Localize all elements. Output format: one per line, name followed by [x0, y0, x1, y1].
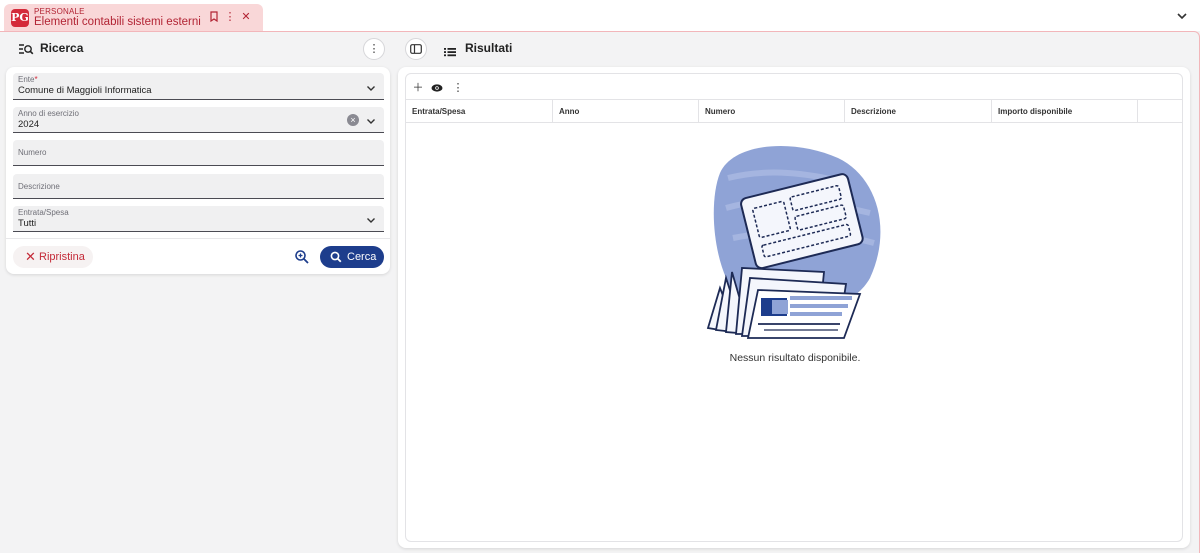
app-logo: PG	[11, 9, 29, 27]
left-more-button[interactable]: ⋮	[363, 38, 385, 60]
search-list-icon	[18, 42, 34, 56]
reset-button[interactable]: ✕ Ripristina	[13, 246, 93, 268]
entrata-spesa-label: Entrata/Spesa	[18, 208, 69, 217]
tab-title: Elementi contabili sistemi esterni	[34, 16, 201, 28]
descrizione-label: Descrizione	[18, 182, 60, 191]
results-panel: ＋ ⋮ Entrata/Spesa Anno Numero Descrizion…	[398, 67, 1190, 548]
ente-label: Ente*	[18, 75, 38, 84]
ente-field[interactable]: Ente* Comune di Maggioli Informatica	[13, 73, 384, 100]
bookmark-icon[interactable]	[208, 11, 220, 23]
column-header[interactable]: Numero	[699, 100, 845, 122]
grid-header: Entrata/Spesa Anno Numero Descrizione Im…	[406, 99, 1182, 123]
column-header[interactable]: Entrata/Spesa	[406, 100, 553, 122]
search-form: Ente* Comune di Maggioli Informatica Ann…	[6, 67, 390, 274]
left-panel-title: Ricerca	[40, 41, 84, 55]
anno-label: Anno di esercizio	[18, 109, 79, 118]
anno-field[interactable]: Anno di esercizio 2024 ×	[13, 107, 384, 133]
reset-label: Ripristina	[39, 251, 85, 263]
chevron-down-icon[interactable]	[365, 81, 377, 93]
search-icon	[330, 251, 342, 263]
clear-icon[interactable]: ×	[347, 114, 359, 126]
divider	[6, 238, 390, 239]
numero-field[interactable]: Numero	[13, 140, 384, 166]
ente-value: Comune di Maggioli Informatica	[18, 85, 152, 96]
anno-value: 2024	[18, 119, 40, 130]
empty-message: Nessun risultato disponibile.	[729, 352, 861, 364]
close-icon: ✕	[25, 249, 36, 264]
chevron-down-icon[interactable]	[365, 114, 377, 126]
sidebar-toggle-icon	[410, 44, 422, 54]
results-grid: ＋ ⋮ Entrata/Spesa Anno Numero Descrizion…	[405, 73, 1183, 542]
eye-icon[interactable]	[430, 81, 444, 95]
sidebar-toggle-button[interactable]	[405, 38, 427, 60]
close-icon[interactable]: ✕	[240, 11, 252, 23]
right-panel-title: Risultati	[465, 41, 513, 55]
descrizione-field[interactable]: Descrizione	[13, 174, 384, 199]
plus-icon[interactable]: ＋	[411, 81, 425, 95]
more-vert-icon[interactable]: ⋮	[451, 81, 465, 95]
search-button[interactable]: Cerca	[320, 246, 384, 268]
entrata-spesa-field[interactable]: Entrata/Spesa Tutti	[13, 206, 384, 232]
active-tab[interactable]: PG PERSONALE Elementi contabili sistemi …	[4, 4, 263, 31]
numero-label: Numero	[18, 148, 47, 157]
column-header[interactable]: Anno	[553, 100, 699, 122]
list-icon	[444, 44, 456, 57]
chevron-down-icon[interactable]	[1174, 8, 1190, 24]
zoom-in-icon[interactable]	[294, 249, 310, 265]
column-header[interactable]: Descrizione	[845, 100, 992, 122]
top-tab-bar: PG PERSONALE Elementi contabili sistemi …	[0, 0, 1200, 31]
more-vert-icon[interactable]: ⋮	[224, 11, 236, 23]
chevron-down-icon[interactable]	[365, 213, 377, 225]
column-header[interactable]: Importo disponibile	[992, 100, 1138, 122]
empty-state-illustration	[698, 138, 888, 348]
search-label: Cerca	[347, 251, 377, 263]
entrata-spesa-value: Tutti	[18, 218, 37, 229]
tab-category: PERSONALE	[34, 7, 85, 16]
